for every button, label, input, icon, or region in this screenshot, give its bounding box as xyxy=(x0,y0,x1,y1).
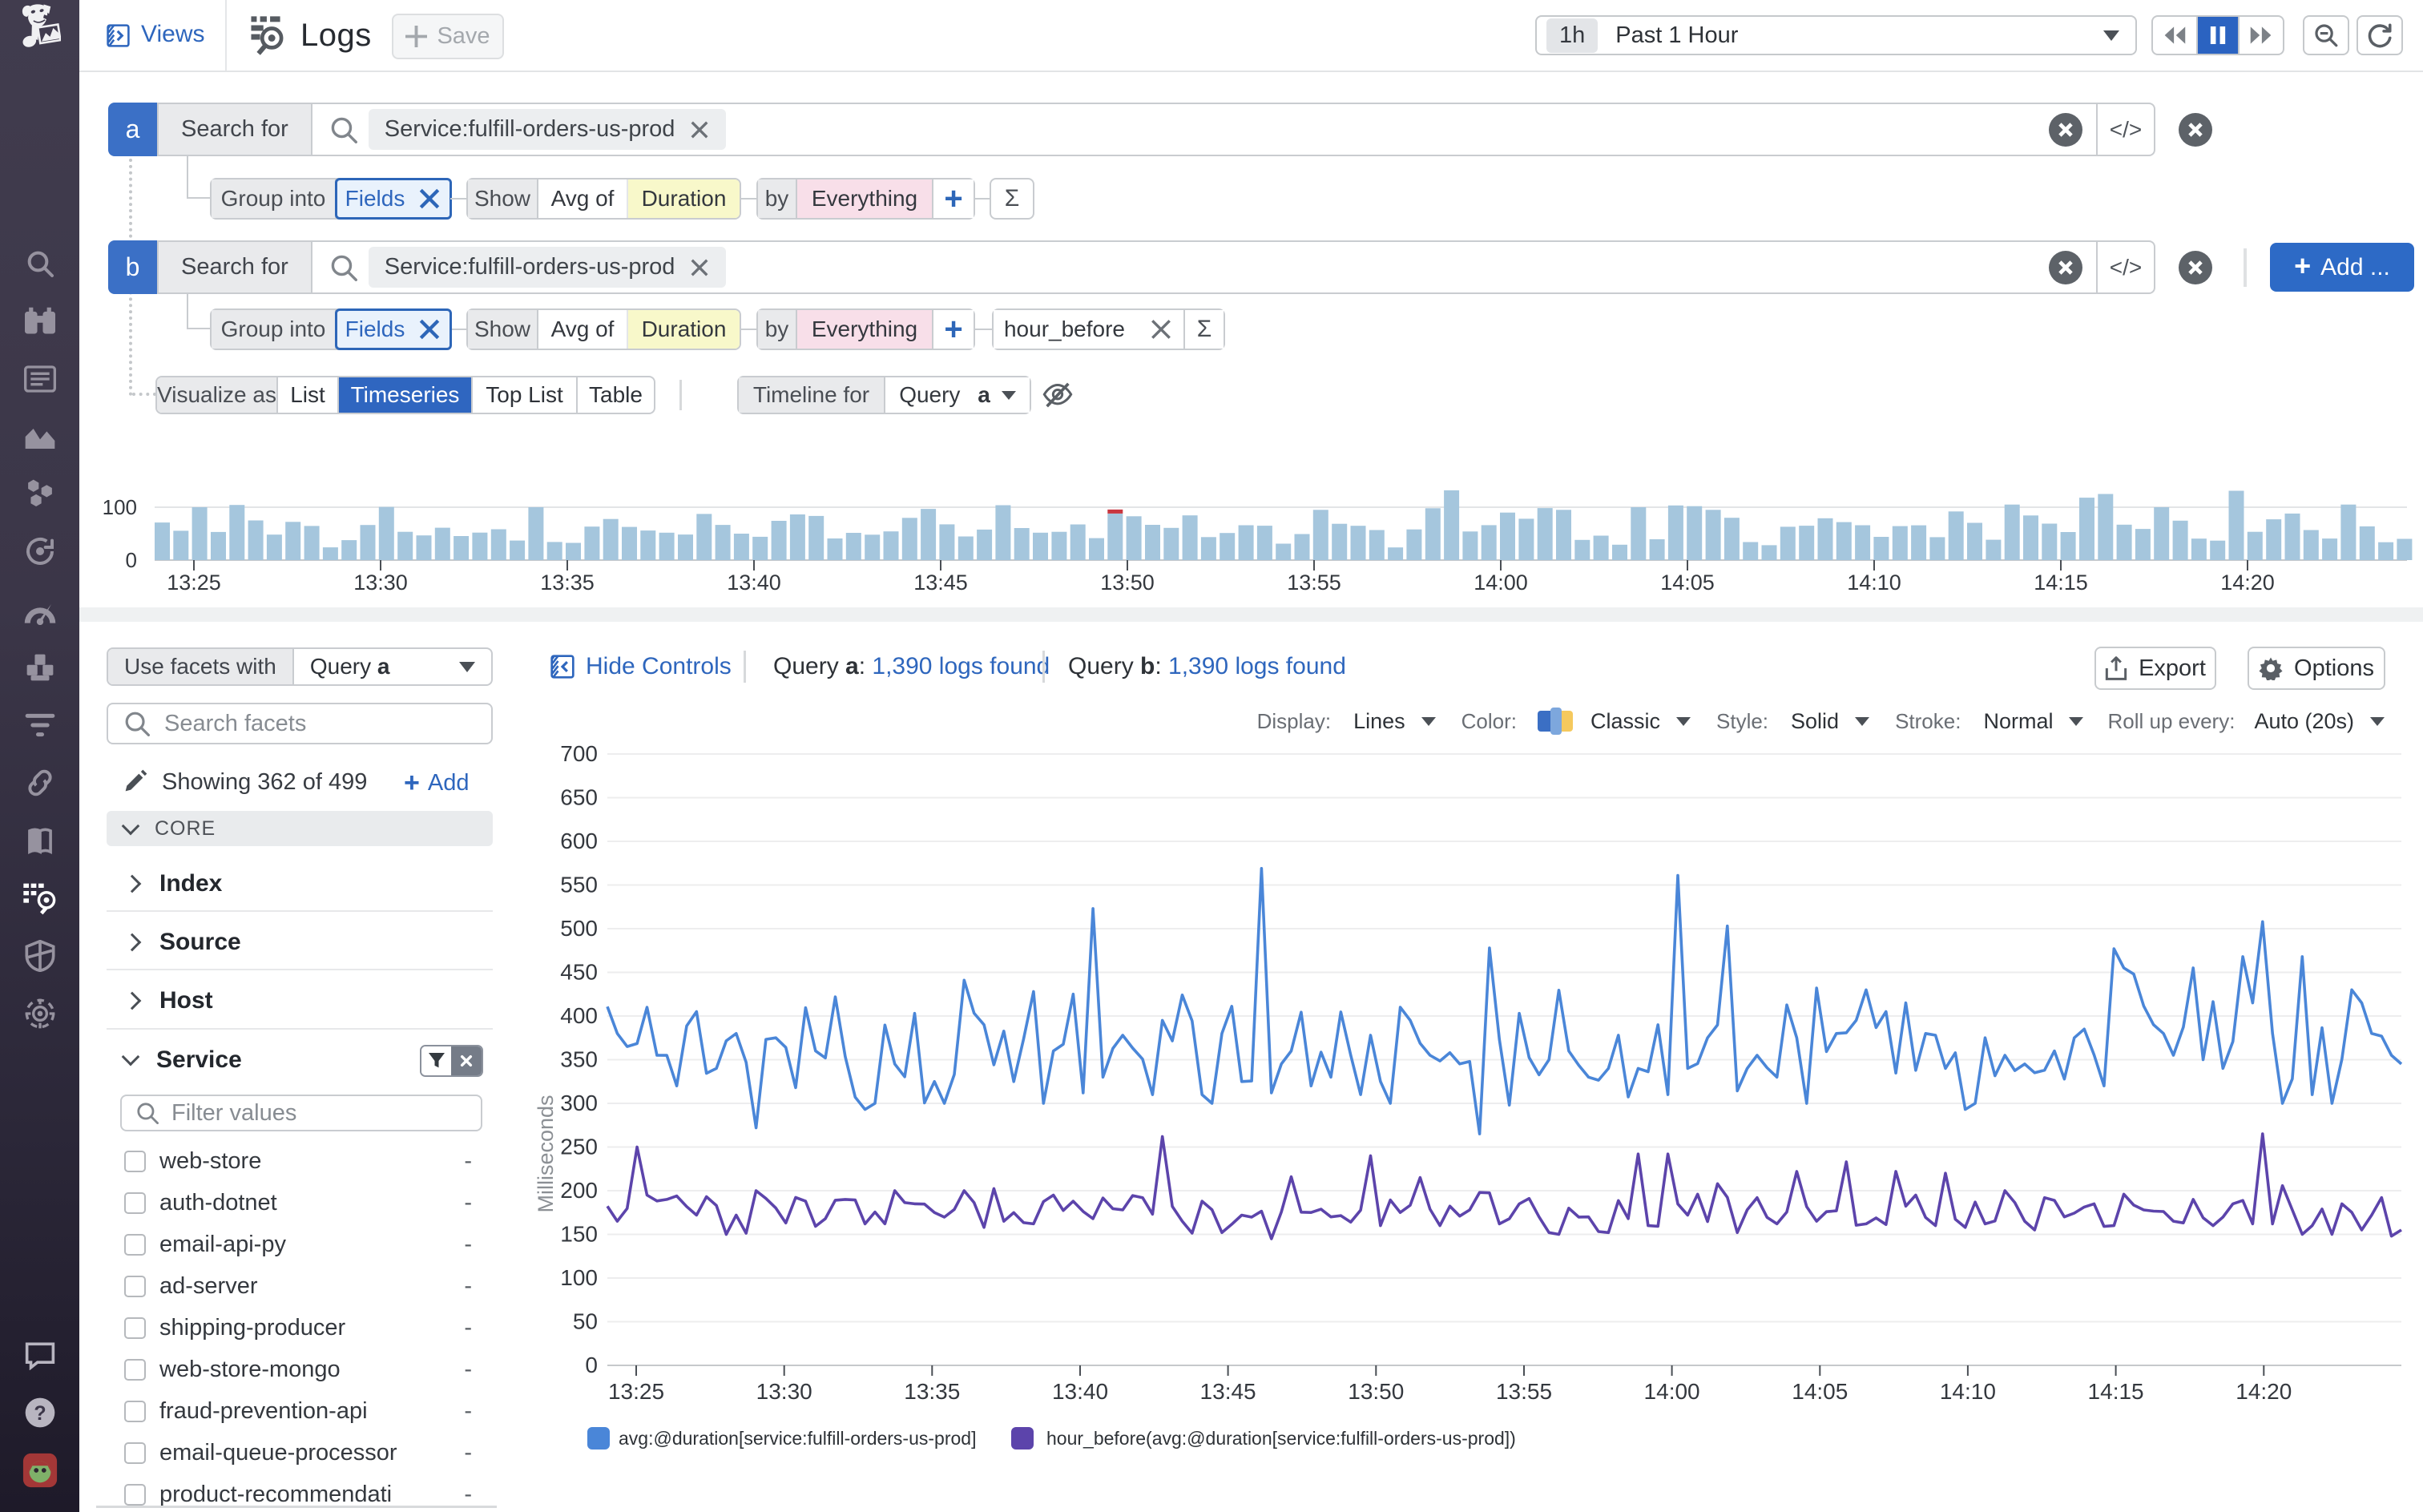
svg-text:250: 250 xyxy=(560,1135,598,1159)
svg-text:14:10: 14:10 xyxy=(1847,571,1901,595)
svg-text:500: 500 xyxy=(560,916,598,941)
svg-text:700: 700 xyxy=(560,741,598,766)
svg-text:13:35: 13:35 xyxy=(540,571,595,595)
svg-text:13:50: 13:50 xyxy=(1100,571,1155,595)
svg-text:50: 50 xyxy=(573,1309,598,1334)
svg-text:550: 550 xyxy=(560,873,598,897)
svg-text:13:40: 13:40 xyxy=(1052,1379,1108,1404)
svg-text:14:05: 14:05 xyxy=(1660,571,1715,595)
svg-text:14:20: 14:20 xyxy=(2236,1379,2292,1404)
svg-text:13:25: 13:25 xyxy=(167,571,221,595)
svg-text:14:20: 14:20 xyxy=(2220,571,2275,595)
svg-text:600: 600 xyxy=(560,829,598,853)
svg-text:13:45: 13:45 xyxy=(1200,1379,1256,1404)
svg-text:300: 300 xyxy=(560,1091,598,1115)
svg-text:150: 150 xyxy=(560,1222,598,1247)
svg-text:Milliseconds: Milliseconds xyxy=(534,1095,558,1212)
svg-text:13:55: 13:55 xyxy=(1287,571,1341,595)
svg-text:200: 200 xyxy=(560,1178,598,1203)
svg-text:14:05: 14:05 xyxy=(1792,1379,1848,1404)
svg-text:?: ? xyxy=(34,1402,46,1425)
svg-text:14:15: 14:15 xyxy=(2034,571,2088,595)
svg-text:14:10: 14:10 xyxy=(1940,1379,1996,1404)
svg-text:0: 0 xyxy=(126,548,137,572)
svg-text:13:35: 13:35 xyxy=(904,1379,960,1404)
svg-text:13:40: 13:40 xyxy=(727,571,781,595)
svg-text:13:30: 13:30 xyxy=(756,1379,812,1404)
svg-text:14:00: 14:00 xyxy=(1644,1379,1700,1404)
svg-text:13:50: 13:50 xyxy=(1348,1379,1404,1404)
svg-text:0: 0 xyxy=(585,1353,598,1377)
svg-text:650: 650 xyxy=(560,785,598,810)
svg-text:13:55: 13:55 xyxy=(1496,1379,1552,1404)
svg-text:400: 400 xyxy=(560,1003,598,1028)
svg-text:13:25: 13:25 xyxy=(608,1379,664,1404)
svg-text:14:00: 14:00 xyxy=(1474,571,1528,595)
svg-text:avg:@duration[service:fulfill-: avg:@duration[service:fulfill-orders-us-… xyxy=(619,1428,976,1449)
svg-text:13:30: 13:30 xyxy=(353,571,408,595)
svg-text:100: 100 xyxy=(560,1265,598,1290)
svg-text:14:15: 14:15 xyxy=(2088,1379,2144,1404)
svg-text:13:45: 13:45 xyxy=(913,571,968,595)
svg-text:350: 350 xyxy=(560,1047,598,1072)
svg-text:100: 100 xyxy=(103,495,137,519)
svg-text:hour_before(avg:@duration[serv: hour_before(avg:@duration[service:fulfil… xyxy=(1046,1428,1516,1449)
svg-text:450: 450 xyxy=(560,960,598,985)
